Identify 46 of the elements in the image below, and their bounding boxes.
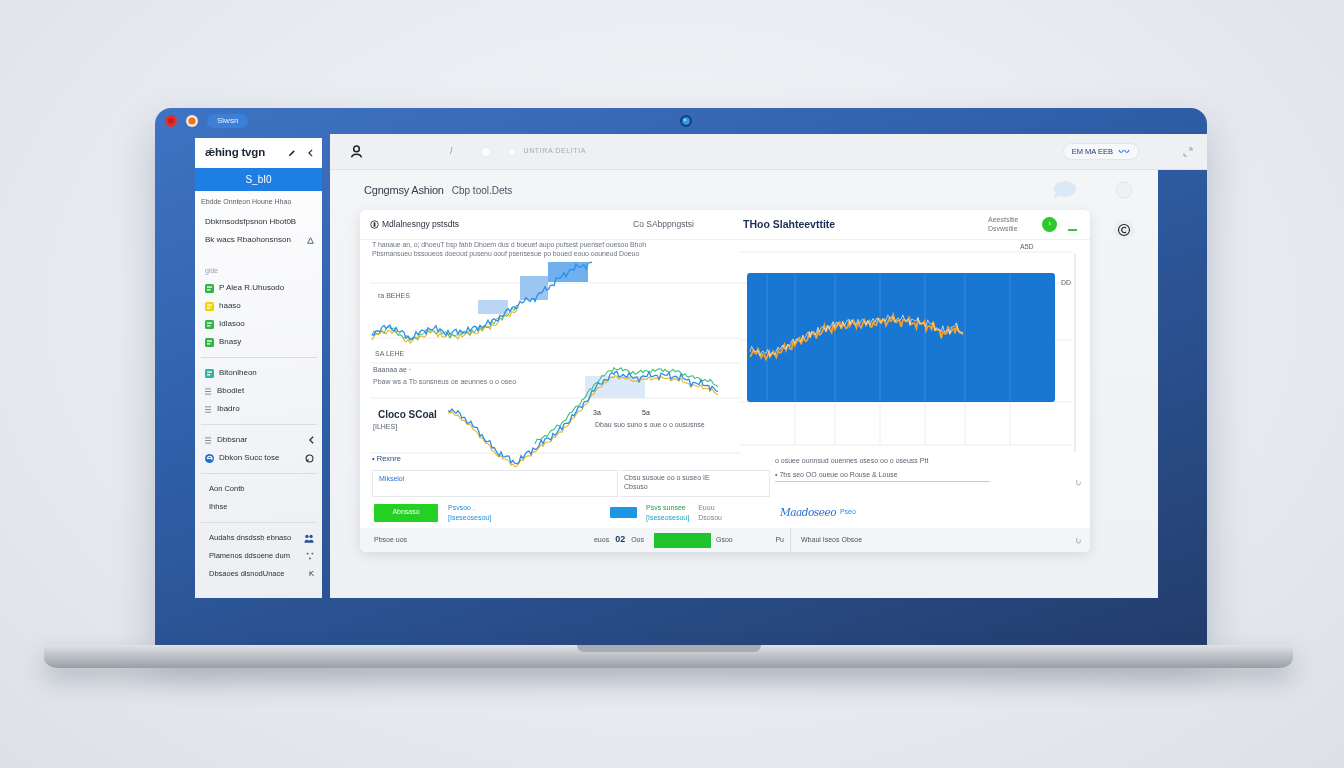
sidebar-item[interactable]: Bbodiet (195, 382, 322, 400)
menu-icon (205, 387, 212, 395)
camera-lens-icon (680, 115, 692, 127)
sidebar-item[interactable]: Idlasoo (195, 315, 322, 333)
sidebar-item[interactable]: Dbkrnsodsfpsnon Hbot0B (195, 213, 322, 231)
minimize-icon[interactable] (186, 115, 198, 127)
hook-icon (1075, 536, 1082, 544)
sidebar-button[interactable]: S_bI0 (195, 168, 322, 191)
sidebar-item[interactable]: Bk wacs Rbaohonsnson (195, 231, 322, 249)
title-tab[interactable]: Siwsn (207, 114, 249, 128)
card-subtitle: Co SAbppngstsi (633, 218, 695, 231)
chat-bubble-icon (1052, 180, 1076, 200)
menu-icon (205, 405, 212, 413)
page-subtitle: Cbp tool.Dets (451, 183, 513, 198)
people-icon (304, 533, 314, 543)
chart-title: THoo Slahteevttite (743, 216, 837, 232)
sidebar-title: ǽhing tvgn (205, 145, 265, 161)
dash-icon (1068, 228, 1077, 231)
filled-bar-icon (654, 532, 711, 548)
sidebar-item[interactable]: Ibadro (195, 400, 322, 418)
person-icon[interactable] (350, 145, 363, 158)
sidebar-item[interactable]: Bitonlheon (195, 364, 322, 382)
footer-text: 02 (615, 533, 626, 547)
swirl-icon (205, 453, 214, 463)
chevron-left-icon (309, 436, 314, 444)
triangle-icon (307, 236, 314, 244)
separator-text: / (450, 144, 453, 158)
status-dot-icon (1042, 217, 1057, 232)
rectangle-icon (610, 507, 637, 518)
hook-icon (1075, 479, 1082, 486)
sidebar-item[interactable]: Bnasy (195, 333, 322, 351)
chevron-left-icon[interactable] (308, 149, 313, 157)
ring-icon (305, 453, 314, 463)
dots-icon (306, 552, 314, 560)
sidebar-item[interactable]: P Alea R.Uhusodo (195, 279, 322, 297)
squiggle-icon (1118, 148, 1130, 155)
card-title: Mdlalnesngy pstsdts (382, 218, 459, 231)
sidebar-item[interactable]: Dbbsnar (195, 431, 322, 449)
sidebar-item[interactable]: Dbkon Succ tose (195, 449, 322, 467)
menu-icon (205, 436, 212, 444)
signature-text: Maadoseeo (780, 504, 836, 520)
pencil-icon[interactable] (288, 149, 296, 157)
sidebar-item[interactable]: haaso (195, 297, 322, 315)
ring-icon (370, 220, 379, 229)
copyright-icon[interactable] (1114, 220, 1134, 240)
page-title: Cgngmsy Ashion (364, 182, 444, 198)
